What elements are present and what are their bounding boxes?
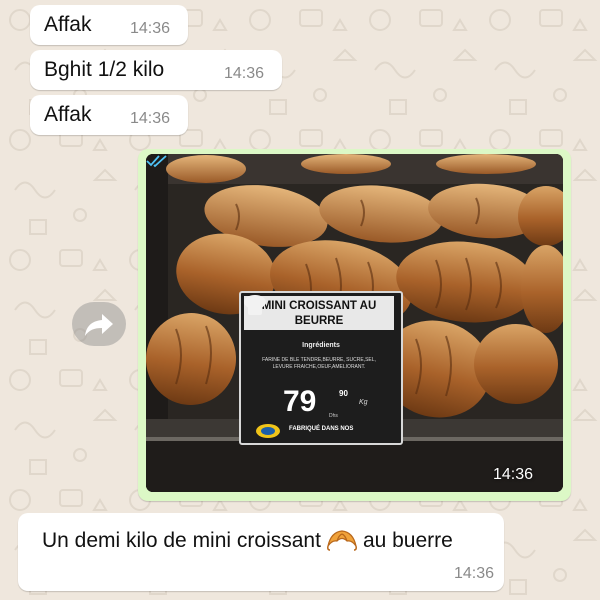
- price-tag-footer: FABRIQUÉ DANS NOS: [289, 426, 354, 432]
- price-value: 79: [283, 385, 317, 418]
- outgoing-image-message[interactable]: MINI CROISSANT AU BEURRE Ingrédients FAR…: [138, 149, 571, 501]
- message-text: Un demi kilo de mini croissant au buerre: [42, 525, 502, 557]
- forward-arrow-icon: [85, 314, 113, 336]
- message-time: 14:36: [492, 466, 533, 483]
- message-time: 14:36: [130, 20, 171, 37]
- incoming-message[interactable]: Affak 14:36: [30, 95, 188, 135]
- message-time: 14:36: [224, 65, 265, 82]
- message-time: 14:36: [453, 565, 494, 582]
- message-time: 14:36: [130, 110, 171, 127]
- message-text-part: Un demi kilo de mini croissant: [42, 529, 321, 552]
- chef-logo-icon: [244, 295, 266, 315]
- store-logo-icon: [256, 424, 280, 438]
- forward-button[interactable]: [72, 302, 126, 346]
- ingredients-text: FARINE DE BLE TENDRE,BEURRE, SUCRE,SEL, …: [262, 357, 376, 370]
- incoming-message[interactable]: Affak 14:36: [30, 5, 188, 45]
- price-currency: Dhs: [329, 413, 338, 419]
- message-text: Affak: [44, 13, 92, 36]
- croissant-photo[interactable]: MINI CROISSANT AU BEURRE Ingrédients FAR…: [146, 154, 563, 492]
- message-text-part: au buerre: [362, 529, 453, 552]
- double-check-icon: [146, 155, 167, 168]
- message-text: Bghit 1/2 kilo: [44, 58, 165, 81]
- price-cents: 90: [339, 389, 348, 398]
- price-tag: MINI CROISSANT AU BEURRE Ingrédients FAR…: [239, 291, 403, 445]
- incoming-message[interactable]: Un demi kilo de mini croissant au buerre…: [18, 513, 504, 591]
- price-unit: Kg: [359, 399, 368, 406]
- message-text: Affak: [44, 103, 92, 126]
- incoming-message[interactable]: Bghit 1/2 kilo 14:36: [30, 50, 282, 90]
- croissant-emoji-icon: [326, 530, 357, 551]
- ingredients-title: Ingrédients: [302, 342, 340, 349]
